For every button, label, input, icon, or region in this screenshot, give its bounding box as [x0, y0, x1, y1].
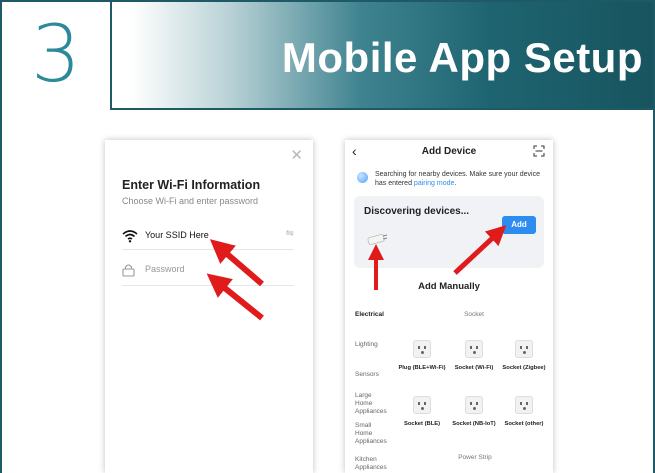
outer-frame	[0, 0, 655, 473]
ssid-field[interactable]: Your SSID Here ⇋	[122, 226, 294, 250]
socket-nb-iot-icon[interactable]	[465, 396, 483, 414]
add-manually-heading: Add Manually	[418, 281, 480, 292]
category-sensors[interactable]: Sensors	[355, 371, 379, 379]
socket-zigbee-icon[interactable]	[515, 340, 533, 358]
lock-icon	[122, 264, 135, 277]
socket-ble-label: Socket (BLE)	[403, 421, 441, 427]
socket-other-label: Socket (other)	[504, 421, 544, 427]
category-large-home-appliances[interactable]: Large Home Appliances	[355, 392, 389, 416]
discovering-title: Discovering devices...	[364, 206, 470, 217]
add-button[interactable]: Add	[502, 216, 536, 234]
password-placeholder: Password	[145, 264, 185, 274]
socket-other-icon[interactable]	[515, 396, 533, 414]
add-device-screen: ‹ Add Device Searching for nearby device…	[345, 140, 553, 473]
category-lighting[interactable]: Lighting	[355, 341, 378, 349]
swap-icon[interactable]: ⇋	[286, 228, 294, 239]
add-device-title: Add Device	[421, 146, 477, 157]
wifi-info-screen: ✕ Enter Wi-Fi Information Choose Wi-Fi a…	[105, 140, 313, 473]
ssid-value: Your SSID Here	[145, 230, 209, 240]
category-kitchen-appliances[interactable]: Kitchen Appliances	[355, 456, 395, 472]
discovering-card: Discovering devices... Add	[354, 196, 544, 268]
socket-zigbee-label: Socket (Zigbee)	[502, 365, 546, 371]
socket-column-header: Socket	[464, 311, 484, 318]
plug-ble-wifi-icon[interactable]	[413, 340, 431, 358]
pairing-mode-link[interactable]: pairing mode	[414, 180, 454, 187]
wifi-icon	[122, 230, 138, 243]
socket-nb-iot-label: Socket (NB-IoT)	[452, 421, 496, 427]
socket-wifi-icon[interactable]	[465, 340, 483, 358]
category-small-home-appliances[interactable]: Small Home Appliances	[355, 422, 389, 446]
search-hint-text: Searching for nearby devices. Make sure …	[375, 171, 540, 187]
smart-plug-icon	[367, 234, 388, 245]
socket-wifi-label: Socket (Wi-Fi)	[454, 365, 494, 371]
password-field[interactable]: Password	[122, 260, 294, 286]
power-strip-header: Power Strip	[458, 454, 492, 461]
wifi-title: Enter Wi-Fi Information	[122, 178, 261, 192]
plug-ble-wifi-label: Plug (BLE+Wi-Fi)	[398, 365, 446, 371]
search-hint: Searching for nearby devices. Make sure …	[375, 171, 547, 188]
scan-icon[interactable]	[533, 145, 545, 157]
searching-spinner-icon	[357, 172, 368, 183]
close-icon[interactable]: ✕	[290, 146, 303, 164]
wifi-subtitle: Choose Wi-Fi and enter password	[122, 196, 259, 206]
search-hint-end: .	[454, 179, 457, 187]
socket-ble-icon[interactable]	[413, 396, 431, 414]
category-electrical[interactable]: Electrical	[355, 311, 384, 319]
